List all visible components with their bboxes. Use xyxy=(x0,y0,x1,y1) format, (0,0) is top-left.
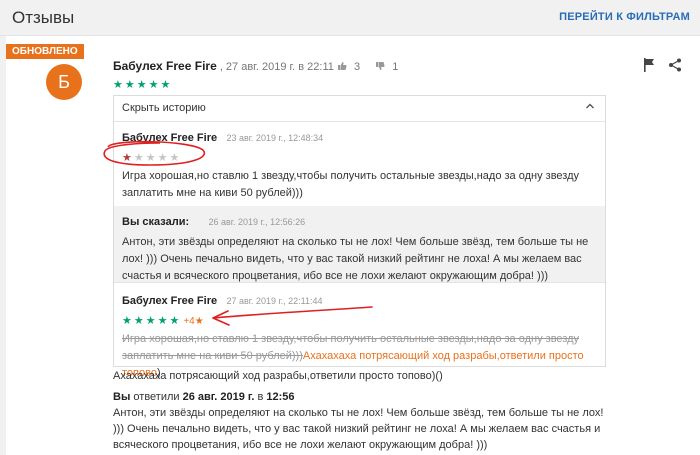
reply-author: Вы xyxy=(113,391,131,403)
review-date: , 27 авг. 2019 г. в 22:11 xyxy=(219,61,334,73)
history-entry-date: 27 авг. 2019 г., 22:11:44 xyxy=(226,296,323,306)
history-entry-rating-stars: ★★★★★ +4★ xyxy=(122,314,597,327)
filled-star-icon: ★ xyxy=(122,152,134,164)
thumbs-up-icon[interactable] xyxy=(337,61,347,74)
go-to-filters-link[interactable]: ПЕРЕЙТИ К ФИЛЬТРАМ xyxy=(559,11,690,23)
five-stars-icon: ★★★★★ xyxy=(122,315,182,327)
current-review-text: Ахахахаха потрясающий ход разрабы,ответи… xyxy=(113,370,443,382)
review-rating-stars: ★★★★★ xyxy=(113,79,173,91)
history-entry-developer-reply: Вы сказали: 26 авг. 2019 г., 12:56:26 Ан… xyxy=(114,206,605,282)
avatar: Б xyxy=(46,64,82,100)
review-author: Бабулех Free Fire xyxy=(113,59,217,73)
thumbs-down-icon[interactable] xyxy=(375,61,385,74)
left-gutter xyxy=(0,36,6,455)
reply-time: 12:56 xyxy=(266,391,295,403)
chevron-up-icon xyxy=(585,101,595,111)
share-icon[interactable] xyxy=(668,58,682,72)
history-reply-date: 26 авг. 2019 г., 12:56:26 xyxy=(208,217,306,227)
rating-delta: +4★ xyxy=(183,316,204,327)
history-entry-date: 23 авг. 2019 г., 12:48:34 xyxy=(226,133,324,143)
hide-history-toggle[interactable]: Скрыть историю xyxy=(114,96,605,122)
empty-stars-icon: ★★★★ xyxy=(133,152,182,164)
reply-date: 26 авг. 2019 г. xyxy=(182,391,255,403)
review-header: Бабулех Free Fire , 27 авг. 2019 г. в 22… xyxy=(113,59,398,74)
reply-at: в xyxy=(254,391,267,403)
history-entry-updated: Бабулех Free Fire 27 авг. 2019 г., 22:11… xyxy=(114,293,605,382)
developer-reply-header: Вы ответили 26 авг. 2019 г. в 12:56 xyxy=(113,391,295,403)
history-entry-text: Игра хорошая,но ставлю 1 звезду,чтобы по… xyxy=(122,170,580,199)
page-title: Отзывы xyxy=(12,8,75,27)
review-history-panel: Скрыть историю Бабулех Free Fire 23 авг.… xyxy=(113,95,606,379)
you-said-label: Вы сказали: xyxy=(122,216,190,228)
history-reply-text: Антон, эти звёзды определяют на сколько … xyxy=(122,236,589,282)
updated-badge: ОБНОВЛЕНО xyxy=(6,44,84,59)
likes-count: 3 xyxy=(354,61,361,73)
history-entry-author: Бабулех Free Fire xyxy=(122,295,218,307)
top-bar: Отзывы ПЕРЕЙТИ К ФИЛЬТРАМ xyxy=(0,0,700,36)
hide-history-label: Скрыть историю xyxy=(122,102,206,114)
dislikes-count: 1 xyxy=(392,61,399,73)
developer-reply-text: Антон, эти звёзды определяют на сколько … xyxy=(113,407,604,451)
divider xyxy=(114,282,605,283)
reply-verb: ответили xyxy=(130,391,183,403)
history-entry-original: Бабулех Free Fire 23 авг. 2019 г., 12:48… xyxy=(114,130,605,202)
flag-icon[interactable] xyxy=(643,58,655,72)
history-entry-author: Бабулех Free Fire xyxy=(122,132,218,144)
history-entry-rating-stars: ★★★★★ xyxy=(122,151,597,164)
